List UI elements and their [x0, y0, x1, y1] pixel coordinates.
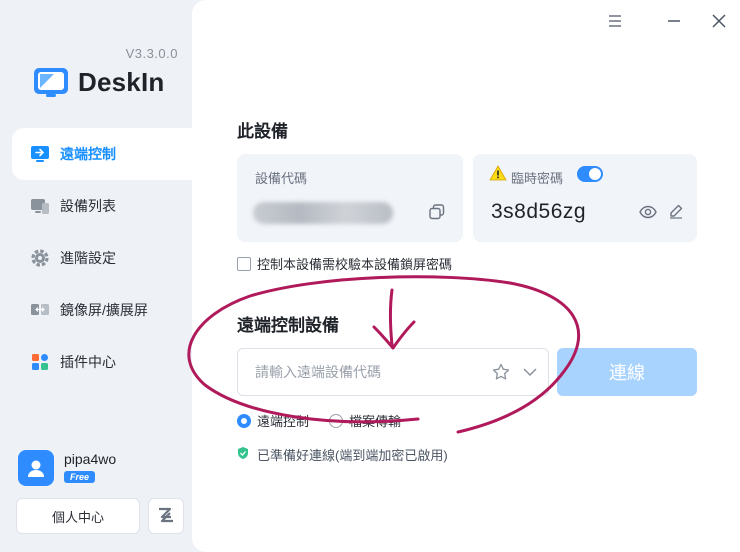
- brand: DeskIn: [30, 64, 164, 100]
- close-icon[interactable]: [708, 10, 730, 32]
- temp-password-card: 臨時密碼 3s8d56zg: [473, 154, 697, 242]
- sidebar-item-device-list[interactable]: 設備列表: [0, 180, 192, 232]
- mirror-screen-icon: [30, 300, 50, 320]
- plugin-grid-icon: [30, 352, 50, 372]
- temp-password-value: 3s8d56zg: [491, 200, 587, 223]
- remote-code-input[interactable]: [238, 349, 478, 395]
- this-device-title: 此設備: [237, 122, 288, 141]
- username: pipa4wo: [64, 451, 117, 467]
- switch-account-button[interactable]: [148, 498, 184, 534]
- gear-icon: [30, 248, 50, 268]
- remote-control-icon: [30, 144, 50, 164]
- edit-icon[interactable]: [668, 203, 684, 224]
- device-code-card: 設備代碼: [237, 154, 463, 242]
- remote-section-title: 遠端控制設備: [237, 316, 339, 335]
- connect-button[interactable]: 連線: [557, 348, 697, 396]
- warning-icon: [489, 165, 507, 186]
- plan-badge: Free: [64, 471, 96, 483]
- lock-check-row[interactable]: 控制本設備需校驗本設備鎖屏密碼: [237, 254, 452, 273]
- temp-password-label: 臨時密碼: [511, 171, 564, 186]
- status-text: 已準備好連線(端到端加密已啟用): [257, 448, 448, 463]
- star-icon[interactable]: [492, 363, 510, 386]
- mode-selector: 遠端控制 檔案傳輸: [237, 411, 421, 430]
- sidebar-item-label: 鏡像屏/擴展屏: [60, 302, 148, 318]
- sidebar-item-advanced-settings[interactable]: 進階設定: [0, 232, 192, 284]
- minimize-icon[interactable]: [663, 10, 685, 32]
- eye-icon[interactable]: [639, 205, 657, 224]
- mode-label[interactable]: 遠端控制: [257, 411, 309, 430]
- mode-radio-remote[interactable]: [237, 413, 251, 428]
- lock-checkbox[interactable]: [237, 256, 251, 271]
- shield-icon: [237, 446, 249, 463]
- mode-radio-file-transfer[interactable]: [329, 413, 344, 428]
- sidebar: V3.3.0.0 DeskIn 遠端控制 設備列表 進階設定 鏡像屏/擴展屏 插…: [0, 0, 192, 552]
- remote-code-field: [237, 348, 549, 396]
- user-info: pipa4wo Free: [64, 451, 116, 485]
- device-code-redacted: [253, 202, 393, 224]
- sidebar-item-label: 插件中心: [60, 354, 116, 370]
- chevron-down-icon[interactable]: [522, 365, 538, 383]
- sidebar-item-mirror-screen[interactable]: 鏡像屏/擴展屏: [0, 284, 192, 336]
- sidebar-item-plugin-center[interactable]: 插件中心: [0, 336, 192, 388]
- menu-icon[interactable]: [604, 10, 626, 32]
- deskin-logo-icon: [30, 64, 72, 100]
- sidebar-item-label: 進階設定: [60, 250, 116, 266]
- mode-label[interactable]: 檔案傳輸: [349, 411, 401, 430]
- device-list-icon: [30, 196, 50, 216]
- user-profile[interactable]: pipa4wo Free: [18, 450, 116, 486]
- sidebar-item-label: 設備列表: [60, 198, 116, 214]
- device-code-label: 設備代碼: [255, 171, 308, 186]
- app-version: V3.3.0.0: [125, 46, 178, 61]
- lock-check-label: 控制本設備需校驗本設備鎖屏密碼: [257, 257, 453, 272]
- personal-center-button[interactable]: 個人中心: [16, 498, 140, 534]
- copy-icon[interactable]: [429, 204, 445, 225]
- connection-status: 已準備好連線(端到端加密已啟用): [237, 445, 448, 464]
- sidebar-item-remote-control[interactable]: 遠端控制: [12, 128, 192, 180]
- switch-icon: [157, 507, 175, 526]
- avatar: [18, 450, 54, 486]
- sidebar-item-label: 遠端控制: [60, 146, 116, 162]
- sidebar-nav: 遠端控制 設備列表 進階設定 鏡像屏/擴展屏 插件中心: [0, 128, 192, 388]
- app-name: DeskIn: [78, 66, 165, 97]
- temp-password-toggle[interactable]: [577, 166, 603, 182]
- main-panel: 此設備 設備代碼 臨時密碼 3s8d56zg 控制本設備需校驗本設備鎖屏密碼 遠…: [192, 0, 740, 552]
